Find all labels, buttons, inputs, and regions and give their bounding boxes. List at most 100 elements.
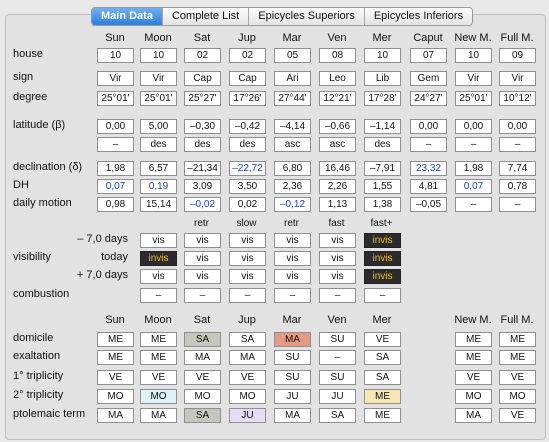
dignity-cell-term: JU <box>229 408 266 423</box>
dignity-cell-triplicity1: VE <box>229 370 266 385</box>
dignity-cell-domicile: MA <box>274 332 311 347</box>
cell-daily-motion: – <box>499 197 536 212</box>
cell-degree: 17°26' <box>229 91 266 106</box>
cell-vis-minus: vis <box>274 233 311 248</box>
cell-dh: 0,07 <box>97 179 134 194</box>
dignity-cell-triplicity1: SA <box>364 370 401 385</box>
cell-degree: 27°44' <box>274 91 311 106</box>
dignity-cell-term: ME <box>364 408 401 423</box>
dignity-cell-exaltation: SU <box>274 350 311 365</box>
cell-degree: 25°01' <box>140 91 177 106</box>
dignity-column-header: Sat <box>193 314 211 326</box>
dignity-column-header: Mer <box>372 314 392 326</box>
tab-main-data[interactable]: Main Data <box>92 8 162 25</box>
cell-latitude-dir: des <box>364 137 401 152</box>
dignity-cell-triplicity2: JU <box>319 389 356 404</box>
column-header: Caput <box>413 32 443 44</box>
cell-declination: 23,32 <box>410 161 447 176</box>
dignity-cell-term: MA <box>274 408 311 423</box>
tab-epicycles-superiors[interactable]: Epicycles Superiors <box>248 8 364 25</box>
dignity-cell-triplicity2: MO <box>140 389 177 404</box>
cell-dh: 2,36 <box>274 179 311 194</box>
dignity-label-triplicity2: 2° triplicity <box>13 389 64 401</box>
dignity-cell-triplicity2: MO <box>184 389 221 404</box>
dignity-column-header: Ven <box>327 314 347 326</box>
cell-declination: 7,74 <box>499 161 536 176</box>
cell-latitude: –4,14 <box>274 119 311 134</box>
cell-combustion: – <box>229 288 266 303</box>
cell-house: 08 <box>319 48 356 63</box>
cell-motion-state: slow <box>236 218 257 229</box>
cell-declination: 1,98 <box>97 161 134 176</box>
dignity-cell-exaltation: MA <box>184 350 221 365</box>
column-header: Mar <box>282 32 302 44</box>
cell-sign: Cap <box>229 71 266 86</box>
cell-vis-today: invis <box>364 251 401 266</box>
dignity-cell-domicile: ME <box>499 332 536 347</box>
dignity-cell-domicile: SA <box>229 332 266 347</box>
dignity-cell-exaltation: ME <box>455 350 492 365</box>
dignity-cell-triplicity1: VE <box>455 370 492 385</box>
cell-latitude-dir: asc <box>319 137 356 152</box>
cell-latitude: –0,42 <box>229 119 266 134</box>
cell-vis-plus: vis <box>184 269 221 284</box>
cell-sign: Vir <box>455 71 492 86</box>
cell-daily-motion: 15,14 <box>140 197 177 212</box>
cell-daily-motion: –0,02 <box>184 197 221 212</box>
dignity-cell-exaltation: ME <box>97 350 134 365</box>
cell-latitude: 5,00 <box>140 119 177 134</box>
dignity-cell-domicile: ME <box>97 332 134 347</box>
cell-degree: 12°21' <box>319 91 356 106</box>
tab-complete-list[interactable]: Complete List <box>161 8 248 25</box>
cell-daily-motion: 1,13 <box>319 197 356 212</box>
cell-house: 10 <box>364 48 401 63</box>
cell-latitude: 0,00 <box>97 119 134 134</box>
dignity-cell-domicile: SA <box>184 332 221 347</box>
cell-sign: Vir <box>140 71 177 86</box>
cell-declination: 16,46 <box>319 161 356 176</box>
cell-house: 05 <box>274 48 311 63</box>
cell-combustion: – <box>364 288 401 303</box>
cell-house: 10 <box>97 48 134 63</box>
dignity-column-header: Moon <box>144 314 172 326</box>
dignity-cell-domicile: ME <box>140 332 177 347</box>
cell-vis-minus: vis <box>140 233 177 248</box>
dignity-cell-term: MA <box>97 408 134 423</box>
cell-declination: –7,91 <box>364 161 401 176</box>
dignity-cell-triplicity2: MO <box>229 389 266 404</box>
cell-dh: 0,07 <box>455 179 492 194</box>
cell-combustion: – <box>184 288 221 303</box>
cell-latitude: –1,14 <box>364 119 401 134</box>
cell-vis-today: vis <box>184 251 221 266</box>
cell-vis-minus: vis <box>229 233 266 248</box>
cell-latitude-dir: – <box>499 137 536 152</box>
cell-daily-motion: –0,05 <box>410 197 447 212</box>
cell-house: 02 <box>229 48 266 63</box>
tab-epicycles-inferiors[interactable]: Epicycles Inferiors <box>363 8 472 25</box>
row-label-latitude: latitude (β) <box>13 119 66 131</box>
dignity-cell-exaltation: ME <box>499 350 536 365</box>
column-header: Ven <box>327 32 347 44</box>
cell-latitude-dir: asc <box>274 137 311 152</box>
cell-latitude: 0,00 <box>455 119 492 134</box>
dignity-cell-triplicity2: ME <box>364 389 401 404</box>
cell-declination: –22,72 <box>229 161 266 176</box>
cell-latitude: –0,66 <box>319 119 356 134</box>
cell-motion-state: retr <box>284 218 299 229</box>
row-label-house: house <box>13 48 43 60</box>
cell-vis-today: invis <box>140 251 177 266</box>
dignity-cell-triplicity1: VE <box>97 370 134 385</box>
cell-latitude-dir: des <box>229 137 266 152</box>
cell-vis-plus: vis <box>319 269 356 284</box>
cell-house: 10 <box>140 48 177 63</box>
dignity-cell-triplicity1: VE <box>140 370 177 385</box>
cell-daily-motion: 0,02 <box>229 197 266 212</box>
dignity-cell-term: MA <box>455 408 492 423</box>
row-label-degree: degree <box>13 91 48 103</box>
cell-degree: 25°01' <box>97 91 134 106</box>
dignity-label-triplicity1: 1° triplicity <box>13 370 64 382</box>
row-label-daily-motion: daily motion <box>13 197 72 209</box>
visibility-sublabel-today: today <box>101 251 128 263</box>
dignity-cell-domicile: ME <box>455 332 492 347</box>
dignity-cell-term: SA <box>184 408 221 423</box>
